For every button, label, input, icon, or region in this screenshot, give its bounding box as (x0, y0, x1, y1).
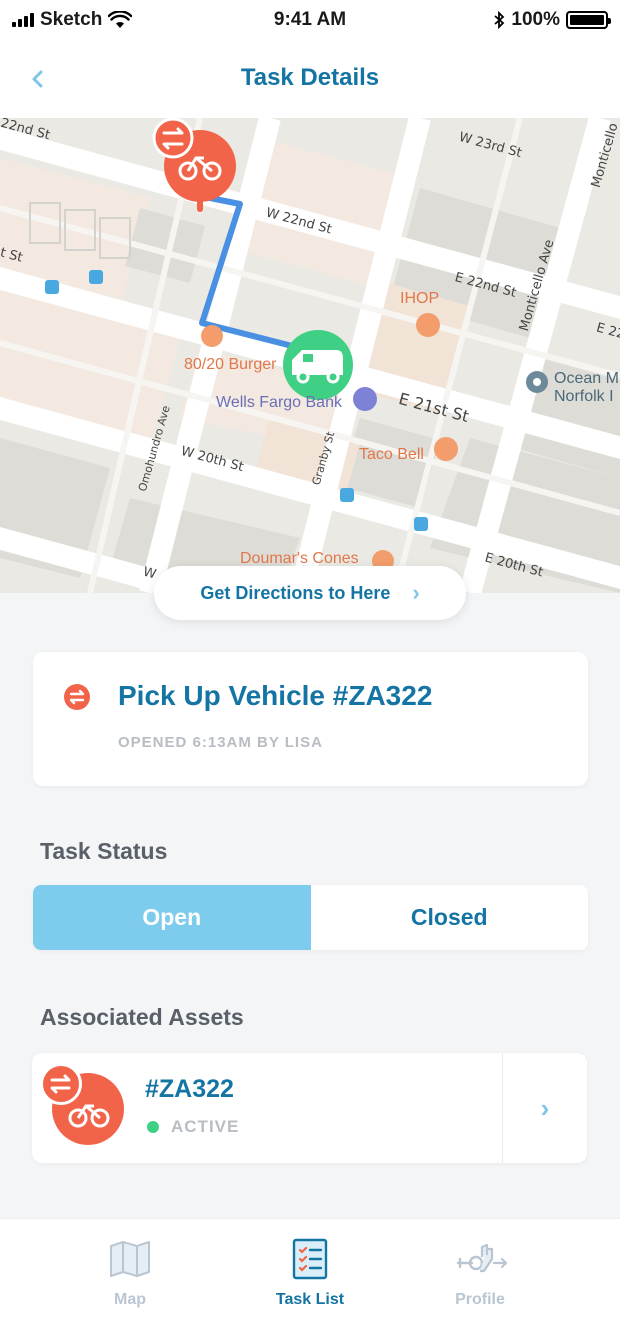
asset-detail-chevron[interactable]: › (503, 1053, 587, 1163)
vehicle-pin[interactable] (283, 330, 353, 400)
directions-label: Get Directions to Here (200, 582, 391, 603)
get-directions-button[interactable]: Get Directions to Here › (154, 566, 466, 620)
battery-percent: 100% (511, 9, 560, 30)
place-label: Ocean M (554, 370, 619, 387)
task-subtitle: OPENED 6:13AM BY LISA (118, 734, 323, 751)
place-label: Norfolk I (554, 388, 614, 405)
status-open-option[interactable]: Open (33, 885, 311, 950)
chevron-right-icon: › (540, 1092, 550, 1123)
battery-group: 100% (493, 9, 611, 31)
task-title: Pick Up Vehicle #ZA322 (118, 680, 433, 711)
map-icon (110, 1241, 150, 1277)
asset-list-item[interactable]: #ZA322 ACTIVE › (32, 1053, 587, 1163)
task-status-heading: Task Status (40, 838, 168, 864)
task-list-icon (292, 1238, 328, 1280)
status-bar: Sketch 9:41 AM 100% (0, 0, 620, 40)
asset-status-label: ACTIVE (171, 1117, 240, 1136)
poi-bank: Wells Fargo Bank (216, 394, 342, 411)
page-title: Task Details (240, 64, 380, 91)
navigation-bar: Task Details (0, 40, 620, 118)
tab-label: Map (114, 1291, 146, 1308)
status-dot-icon (147, 1121, 159, 1133)
profile-icon (456, 1243, 508, 1273)
task-status-segmented-control: Open Closed (33, 885, 588, 950)
poi-burger: 80/20 Burger (184, 356, 277, 373)
status-badge: ACTIVE (147, 1117, 239, 1137)
poi-taco: Taco Bell (359, 446, 424, 463)
tab-map[interactable]: Map (50, 1219, 210, 1318)
swap-icon (40, 1063, 82, 1105)
bluetooth-icon (494, 11, 505, 29)
swap-icon (64, 684, 90, 710)
poi-ihop: IHOP (400, 290, 440, 307)
tab-profile[interactable]: Profile (400, 1219, 560, 1318)
task-card: Pick Up Vehicle #ZA322 OPENED 6:13AM BY … (33, 652, 588, 786)
associated-assets-heading: Associated Assets (40, 1004, 244, 1030)
tab-label: Task List (275, 1291, 345, 1308)
battery-icon (566, 11, 611, 29)
tab-task-list[interactable]: Task List (230, 1219, 390, 1318)
chevron-right-icon: › (412, 580, 420, 605)
map-canvas (0, 118, 620, 593)
map-view[interactable]: 22nd St W 23rd St Monticello W 22nd St t… (0, 118, 620, 593)
asset-id: #ZA322 (145, 1075, 234, 1103)
tab-label: Profile (455, 1291, 505, 1308)
status-closed-option[interactable]: Closed (310, 885, 588, 950)
tab-bar: Map Task List Profile (0, 1218, 620, 1318)
